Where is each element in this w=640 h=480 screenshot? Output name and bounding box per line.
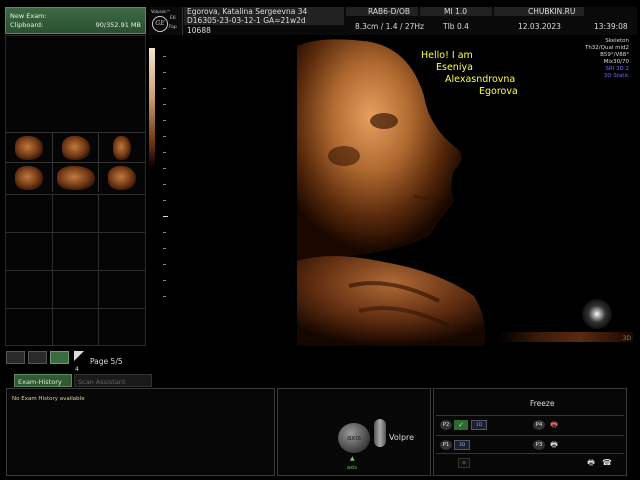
render-angle: B59°/V88° [600,52,629,58]
greeting-line: Egorova [479,86,518,97]
ultrasound-image[interactable]: Hello! I am Eseniya Alexasndrovna Egorov… [149,36,637,346]
ge-logo: Voluson™ GE E6 Fap [149,7,183,35]
greeting-text: Hello! I am Eseniya Alexasndrovna Egorov… [421,50,518,98]
p2-format-box[interactable]: 1D [471,420,487,430]
thumbnail-row [6,162,145,192]
greeting-line: Eseniya [436,62,473,73]
patient-name: Egorova, Katalina Sergeevna 34 [184,7,344,16]
3d-reference-label: 3D [622,335,631,342]
scan-params: 8.3cm / 1.4 / 27Hz [355,22,424,31]
grayscale-bar [149,48,155,168]
exam-time: 13:39:08 [594,22,628,31]
thumbnail[interactable] [53,163,100,192]
p2-key[interactable]: P2 [440,420,452,430]
empty-thumbnail-grid [6,194,145,346]
header-bar: Voluson™ GE E6 Fap Egorova, Katalina Ser… [149,7,637,35]
render-quality: Th32/Qual mid2 [584,45,629,51]
tib-value: TIb 0.4 [443,22,469,31]
render-settings: Skeleton Th32/Qual mid2 B59°/V88° Mix30/… [585,38,629,80]
p4-key[interactable]: P4 [533,420,545,430]
clipboard-panel [5,35,146,346]
thumbnail-image [108,165,137,190]
fap-label: Fap [169,25,177,30]
greeting-line: Alexasndrovna [445,74,516,85]
clipboard-header: New Exam: Clipboard: 90/352.91 MB [5,7,146,34]
thumbnail[interactable] [99,163,145,192]
view-dual-button[interactable] [28,351,47,364]
exam-history-panel: No Exam History available [6,388,275,476]
tab-exam-history[interactable]: Exam-History [14,374,72,387]
p1-key[interactable]: P1 [440,440,452,450]
control-panel: axis Volpre ▲ axis [277,388,431,476]
thumbnail-image [56,165,95,190]
page-indicator: Page 5/5 [90,357,123,366]
render-mode: Skeleton [605,38,629,44]
view-mode-buttons [6,351,69,364]
axis-knob[interactable]: axis [338,423,370,453]
mi-value: MI 1.0 [420,7,492,16]
network-icon[interactable]: 🖶 [584,458,598,468]
thumbnail-image [14,165,43,190]
cursor-icon [74,351,84,361]
printer-icon[interactable]: 🖶 [547,440,561,450]
thumbnail[interactable] [53,133,100,162]
axis-caption: axis [347,465,358,471]
exam-number: 10688 [187,26,211,35]
site-label: CHUBKIN.RU [494,7,584,16]
axis-arrow-icon: ▲ [350,455,355,462]
history-message: No Exam History available [12,396,85,402]
new-exam-label: New Exam: [10,12,47,20]
thumbnail-image [113,135,132,160]
thumbnail[interactable] [6,163,53,192]
render-mix: Mix30/70 [603,59,629,65]
p1-format-box[interactable]: 3D [454,440,470,450]
volpre-knob[interactable] [374,419,386,447]
probe-label: RAB6-D/OB [346,7,418,16]
check-icon[interactable]: ✓ [454,420,468,430]
thumbnail-image [14,135,43,160]
brand-label: Voluson™ [151,9,171,14]
ge-logo-icon: GE [152,16,168,32]
freeze-label: Freeze [530,399,555,408]
freeze-panel: Freeze P2 ✓ 1D P4 🖶 P1 3D P3 🖶 ≡ 🖶 ☎ [433,388,627,476]
thumbnail[interactable] [99,133,145,162]
greeting-line: Hello! I am [421,50,473,61]
tab-scan-assistant[interactable]: Scan Assistant [74,374,152,387]
thumbnail[interactable] [6,133,53,162]
thumbnail-image [61,135,90,160]
view-grid-button[interactable] [50,351,69,364]
model-label: E6 [170,16,176,21]
light-source-icon[interactable] [582,299,612,329]
phone-icon[interactable]: ☎ [600,458,614,468]
patient-id: D16305-23-03-12-1 GA=21w2d [184,16,344,25]
small-box[interactable]: ≡ [458,458,470,468]
3d-static-label: 3D Static [603,73,629,79]
volpre-label: Volpre [389,433,415,442]
p3-key[interactable]: P3 [533,440,545,450]
thumbnail-grid [6,132,145,192]
view-single-button[interactable] [6,351,25,364]
exam-date: 12.03.2023 [518,22,561,31]
clipboard-size: 90/352.91 MB [95,21,141,29]
thumbnail-row [6,132,145,162]
sri-label: SRI 3D 2 [605,66,629,72]
page-number-small: 4 [75,366,79,373]
color-printer-icon[interactable]: 🖶 [547,420,561,430]
